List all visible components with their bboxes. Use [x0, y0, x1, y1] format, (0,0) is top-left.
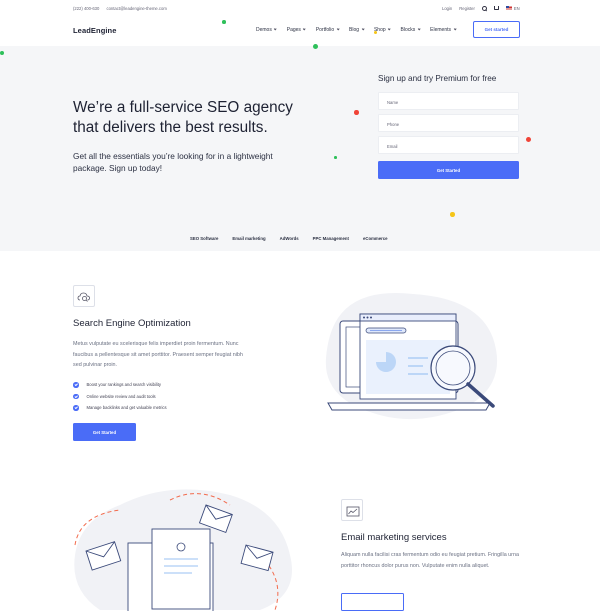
check-icon: [73, 405, 79, 411]
laptop-search-illustration: [325, 293, 498, 420]
seo-get-started-button[interactable]: Get Started: [73, 423, 136, 441]
email-field[interactable]: Email: [378, 136, 519, 154]
tab-adwords[interactable]: AdWords: [280, 236, 299, 241]
logo[interactable]: LeadEngine: [73, 26, 117, 35]
envelope-chart-icon: [346, 506, 360, 517]
name-field[interactable]: Name: [378, 92, 519, 110]
feature-text-email: Aliquam nulla facilisi cras fermentum od…: [341, 552, 519, 569]
hero-section: We’re a full-service SEO agency that del…: [0, 46, 600, 251]
feature-title-seo: Search Engine Optimization: [73, 318, 191, 329]
chevron-down-icon: [273, 27, 278, 31]
nav-item-elements[interactable]: Elements: [430, 27, 457, 33]
signup-form-title: Sign up and try Premium for free: [378, 74, 497, 83]
nav-item-blog[interactable]: Blog: [349, 27, 365, 33]
decorative-dot: [450, 212, 455, 217]
language-label: EN: [513, 5, 520, 11]
cart-icon[interactable]: [493, 6, 499, 10]
flag-icon: [505, 6, 512, 10]
decorative-dot: [526, 137, 531, 142]
list-item: Online website review and audit tools: [73, 391, 167, 403]
phone-link[interactable]: (222) 400-630: [73, 6, 99, 11]
email-marketing-illustration: [74, 489, 293, 611]
list-item: Manage backlinks and get valuable metric…: [73, 402, 167, 414]
search-icon[interactable]: [481, 5, 487, 11]
decorative-dot: [222, 20, 226, 24]
register-link[interactable]: Register: [459, 6, 475, 11]
chevron-down-icon: [361, 27, 365, 31]
chevron-down-icon: [387, 27, 392, 31]
decorative-dot: [0, 51, 4, 55]
signup-submit-button[interactable]: Get Started: [378, 161, 519, 179]
chevron-down-icon: [453, 27, 457, 31]
chevron-down-icon: [302, 27, 307, 31]
get-started-nav-button[interactable]: Get started: [473, 21, 520, 38]
hero-title: We’re a full-service SEO agency that del…: [73, 99, 293, 136]
main-nav: LeadEngine Demos Pages Portfolio Blog Sh…: [0, 18, 600, 46]
list-item: Boost your rankings and search visibilit…: [73, 379, 167, 391]
feature-icon-box: [341, 499, 363, 521]
tab-seo-software[interactable]: SEO Software: [190, 236, 218, 241]
nav-item-portfolio[interactable]: Portfolio: [316, 27, 340, 33]
chevron-down-icon: [336, 27, 340, 31]
email-link[interactable]: contact@leadengine-theme.com: [106, 6, 166, 11]
decorative-dot: [374, 31, 377, 34]
tab-ecommerce[interactable]: eCommerce: [363, 236, 388, 241]
tab-ppc-management[interactable]: PPC Management: [313, 236, 349, 241]
email-feature-button[interactable]: [341, 593, 404, 611]
hero-subtitle: Get all the essentials you’re looking fo…: [73, 151, 273, 173]
decorative-dot: [313, 44, 318, 49]
nav-item-pages[interactable]: Pages: [287, 27, 307, 33]
chevron-down-icon: [417, 27, 421, 31]
nav-menu: Demos Pages Portfolio Blog Shop Blocks E…: [256, 27, 466, 33]
cloud-search-icon: [77, 292, 90, 302]
top-bar: (222) 400-630 contact@leadengine-theme.c…: [0, 0, 600, 18]
phone-field[interactable]: Phone: [378, 114, 519, 132]
login-link[interactable]: Login: [442, 6, 452, 11]
decorative-dot: [354, 110, 359, 115]
check-icon: [73, 382, 79, 388]
feature-icon-box: [73, 285, 95, 307]
check-icon: [73, 393, 79, 399]
language-switcher[interactable]: EN: [505, 5, 520, 11]
nav-item-demos[interactable]: Demos: [256, 27, 278, 33]
feature-text-seo: Metus vulputate eu scelerisque felis imp…: [73, 341, 243, 368]
service-tabs: SEO Software Email marketing AdWords PPC…: [190, 236, 402, 241]
tab-email-marketing[interactable]: Email marketing: [232, 236, 265, 241]
feature-title-email: Email marketing services: [341, 532, 447, 543]
decorative-dot: [334, 156, 337, 159]
nav-item-blocks[interactable]: Blocks: [401, 27, 421, 33]
feature-checklist: Boost your rankings and search visibilit…: [73, 379, 167, 414]
